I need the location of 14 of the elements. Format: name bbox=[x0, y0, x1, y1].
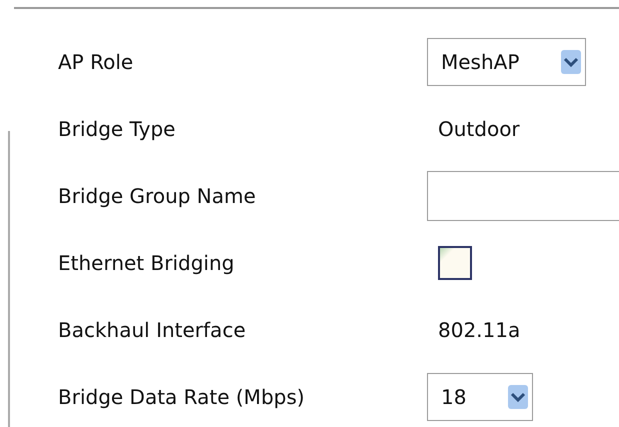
field-label: Backhaul Interface bbox=[58, 318, 247, 342]
field-label: AP Role bbox=[58, 50, 134, 74]
field-label: Bridge Type bbox=[58, 116, 176, 140]
caret-icon bbox=[508, 384, 528, 408]
field-value: Outdoor bbox=[437, 116, 520, 140]
field-label: Bridge Group Name bbox=[58, 184, 257, 208]
dropdown[interactable]: MeshAP bbox=[427, 38, 586, 86]
caret-icon bbox=[561, 50, 582, 74]
input-field[interactable] bbox=[427, 170, 619, 220]
checkbox[interactable] bbox=[438, 246, 472, 280]
field-value: 802.11a bbox=[437, 318, 520, 342]
field-label: Bridge Data Rate (Mbps) bbox=[58, 384, 306, 408]
dropdown[interactable]: 18 bbox=[427, 372, 534, 420]
field-label: Ethernet Bridging bbox=[58, 250, 236, 274]
